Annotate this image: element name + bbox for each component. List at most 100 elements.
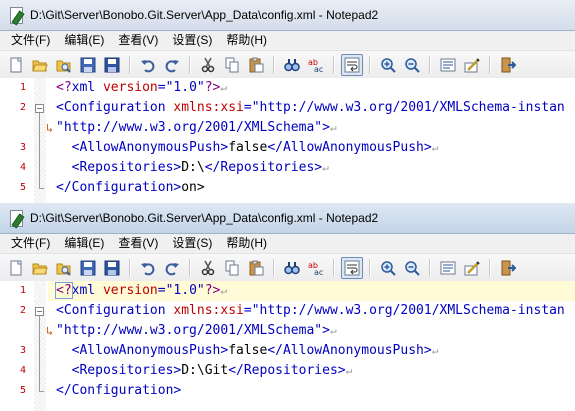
- zoom-in-button[interactable]: [377, 54, 399, 76]
- code-line[interactable]: 1 <?xml version="1.0"?>↵: [20, 281, 575, 301]
- syntax-token: xmlns:xsi: [173, 303, 244, 318]
- cut-button[interactable]: [197, 257, 219, 279]
- notepad2-app-icon[interactable]: [8, 7, 25, 26]
- customize-schemes-icon: [464, 261, 480, 276]
- redo-button[interactable]: [161, 257, 183, 279]
- schemes-icon: [440, 58, 456, 72]
- find-icon: [284, 59, 300, 72]
- undo-button[interactable]: [137, 54, 159, 76]
- schemes-button[interactable]: [437, 257, 459, 279]
- find-button[interactable]: [281, 257, 303, 279]
- zoom-in-button[interactable]: [377, 257, 399, 279]
- syntax-token: <?: [55, 282, 73, 299]
- undo-button[interactable]: [137, 257, 159, 279]
- fold-toggle-icon[interactable]: −: [35, 307, 44, 316]
- menu-help[interactable]: 帮助(H): [219, 31, 274, 50]
- menu-view[interactable]: 查看(V): [111, 234, 165, 253]
- replace-button[interactable]: ab ac: [305, 257, 327, 279]
- word-wrap-button[interactable]: [341, 54, 363, 76]
- exit-button[interactable]: [497, 257, 519, 279]
- cut-button[interactable]: [197, 54, 219, 76]
- word-wrap-button[interactable]: [341, 257, 363, 279]
- menu-help[interactable]: 帮助(H): [219, 234, 274, 253]
- line-text: <?xml version="1.0"?>↵: [55, 281, 228, 301]
- toolbar-separator: [273, 56, 275, 74]
- code-view[interactable]: 1 <?xml version="1.0"?>↵ 2 <Configuration x…: [20, 78, 575, 198]
- title-bar[interactable]: D:\Git\Server\Bonobo.Git.Server\App_Data…: [0, 203, 575, 234]
- line-number: 1: [19, 82, 26, 93]
- code-line[interactable]: 5 </Configuration>on>: [20, 178, 575, 198]
- menu-settings[interactable]: 设置(S): [165, 234, 219, 253]
- code-line[interactable]: 4 <Repositories>D:\Git</Repositories>↵: [20, 361, 575, 381]
- customize-schemes-button[interactable]: [461, 54, 483, 76]
- save-as-button[interactable]: [101, 54, 123, 76]
- cut-icon: [201, 57, 215, 73]
- notepad2-app-icon[interactable]: [8, 210, 25, 229]
- customize-schemes-button[interactable]: [461, 257, 483, 279]
- replace-button[interactable]: ab ac: [305, 54, 327, 76]
- code-line[interactable]: 1 <?xml version="1.0"?>↵: [20, 78, 575, 98]
- find-button[interactable]: [281, 54, 303, 76]
- save-icon: [80, 57, 96, 73]
- syntax-token: </Repositories>: [228, 363, 346, 378]
- eol-marker-icon: ↵: [220, 284, 228, 297]
- paste-button[interactable]: [245, 257, 267, 279]
- editor-area[interactable]: 1 <?xml version="1.0"?>↵ 2 <Configuration x…: [0, 281, 575, 411]
- fold-margin[interactable]: [34, 78, 46, 203]
- code-line[interactable]: ↳ "http://www.w3.org/2001/XMLSchema">↵: [46, 118, 575, 138]
- line-number: 2: [19, 305, 26, 316]
- save-button[interactable]: [77, 54, 99, 76]
- browse-button[interactable]: [53, 257, 75, 279]
- schemes-button[interactable]: [437, 54, 459, 76]
- save-button[interactable]: [77, 257, 99, 279]
- code-view[interactable]: 1 <?xml version="1.0"?>↵ 2 <Configuration x…: [20, 281, 575, 401]
- code-line[interactable]: 2 <Configuration xmlns:xsi="http://www.w3…: [20, 98, 575, 118]
- menu-edit[interactable]: 编辑(E): [57, 31, 111, 50]
- menu-view[interactable]: 查看(V): [111, 31, 165, 50]
- save-as-button[interactable]: [101, 257, 123, 279]
- line-text: <Repositories>D:\</Repositories>↵: [56, 158, 329, 178]
- syntax-token: false: [228, 343, 268, 358]
- fold-toggle-icon[interactable]: −: [35, 104, 44, 113]
- zoom-out-button[interactable]: [401, 257, 423, 279]
- paste-icon: [249, 57, 264, 73]
- line-number: 2: [19, 102, 26, 113]
- new-button[interactable]: [5, 257, 27, 279]
- browse-button[interactable]: [53, 54, 75, 76]
- menu-edit[interactable]: 编辑(E): [57, 234, 111, 253]
- code-line[interactable]: 2 <Configuration xmlns:xsi="http://www.w3…: [20, 301, 575, 321]
- notepad2-window-bottom: D:\Git\Server\Bonobo.Git.Server\App_Data…: [0, 203, 575, 411]
- exit-button[interactable]: [497, 54, 519, 76]
- line-number: 3: [19, 142, 26, 153]
- syntax-token: ?>: [204, 283, 221, 298]
- code-line[interactable]: 3 <AllowAnonymousPush>false</AllowAnonym…: [20, 341, 575, 361]
- new-icon: [10, 57, 22, 73]
- syntax-token: >: [322, 323, 330, 338]
- new-button[interactable]: [5, 54, 27, 76]
- paste-button[interactable]: [245, 54, 267, 76]
- menu-file[interactable]: 文件(F): [4, 31, 57, 50]
- browse-icon: [56, 60, 71, 73]
- eol-marker-icon: ↵: [431, 141, 439, 154]
- copy-button[interactable]: [221, 54, 243, 76]
- eol-marker-icon: ↵: [220, 81, 228, 94]
- line-number: 4: [19, 365, 26, 376]
- editor-area[interactable]: 1 <?xml version="1.0"?>↵ 2 <Configuration x…: [0, 78, 575, 203]
- redo-button[interactable]: [161, 54, 183, 76]
- menu-bar: 文件(F) 编辑(E) 查看(V) 设置(S) 帮助(H): [0, 31, 575, 51]
- menu-settings[interactable]: 设置(S): [165, 31, 219, 50]
- copy-button[interactable]: [221, 257, 243, 279]
- line-text: <AllowAnonymousPush>false</AllowAnonymou…: [56, 341, 439, 361]
- syntax-token: "http://www.w3.org/2001/XMLSchema-instan: [251, 100, 565, 115]
- code-line[interactable]: ↳ "http://www.w3.org/2001/XMLSchema">↵: [46, 321, 575, 341]
- code-line[interactable]: 5 </Configuration>: [20, 381, 575, 401]
- open-button[interactable]: [29, 54, 51, 76]
- code-line[interactable]: 4 <Repositories>D:\</Repositories>↵: [20, 158, 575, 178]
- menu-file[interactable]: 文件(F): [4, 234, 57, 253]
- line-number: 5: [19, 385, 26, 396]
- code-line[interactable]: 3 <AllowAnonymousPush>false</AllowAnonym…: [20, 138, 575, 158]
- zoom-out-button[interactable]: [401, 54, 423, 76]
- open-button[interactable]: [29, 257, 51, 279]
- title-bar[interactable]: D:\Git\Server\Bonobo.Git.Server\App_Data…: [0, 0, 575, 31]
- syntax-token: </Configuration>: [56, 180, 182, 195]
